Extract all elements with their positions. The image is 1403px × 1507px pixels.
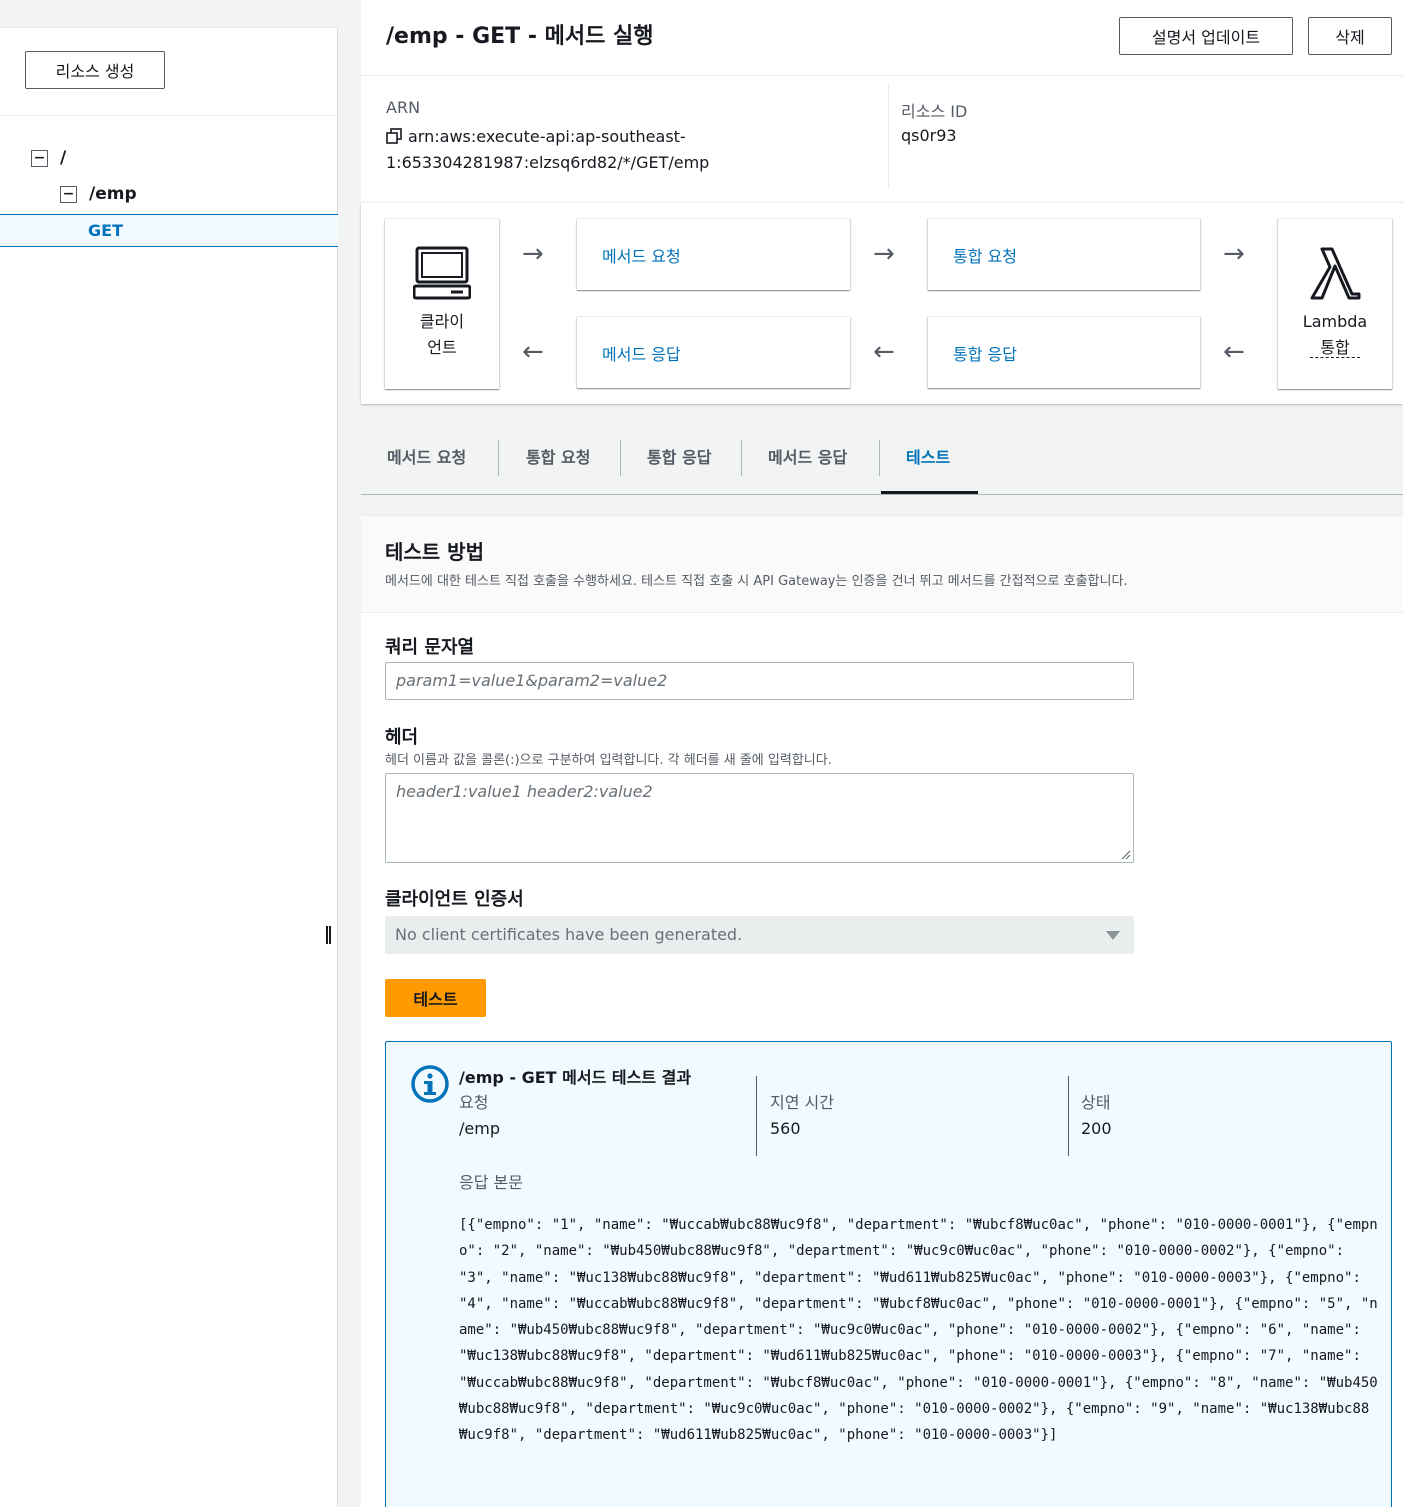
tree-item-emp-label: /emp [89,184,137,204]
active-tab-indicator [881,491,978,494]
test-panel: 테스트 방법 메서드에 대한 테스트 직접 호출을 수행하세요. 테스트 직접 … [361,515,1403,1507]
arn-value-line1: arn:aws:execute-api:ap-southeast- [408,127,686,146]
client-box: 클라이 언트 [385,218,499,389]
resource-sidebar: 리소스 생성 − / − /emp GET [0,0,338,1507]
test-result-panel: /emp - GET 메서드 테스트 결과 요청 /emp 지연 시간 560 … [385,1041,1392,1507]
client-cert-value: No client certificates have been generat… [395,925,743,944]
column-divider [1068,1076,1069,1156]
delete-button[interactable]: 삭제 [1308,17,1392,55]
lambda-icon [1310,247,1361,300]
update-docs-button[interactable]: 설명서 업데이트 [1119,17,1293,55]
tab-separator [879,440,880,476]
query-string-input[interactable]: param1=value1&param2=value2 [385,662,1134,700]
client-caption-line2: 언트 [427,338,457,357]
client-cert-select[interactable]: No client certificates have been generat… [385,916,1134,954]
integration-request-link[interactable]: 통합 요청 [953,243,1017,267]
headers-placeholder: header1:value1 header2:value2 [396,782,653,801]
arrow-right-icon: → [1223,239,1245,269]
test-description: 메서드에 대한 테스트 직접 호출을 수행하세요. 테스트 직접 호출 시 AP… [385,574,1128,589]
status-value: 200 [1081,1119,1112,1138]
tab-separator [498,440,499,476]
method-response-box[interactable]: 메서드 응답 [577,316,850,388]
page-title: /emp - GET - 메서드 실행 [386,24,654,49]
tree-item-root-label: / [60,148,67,168]
create-resource-button[interactable]: 리소스 생성 [25,51,165,89]
headers-description: 헤더 이름과 값을 콜론(:)으로 구분하여 입력합니다. 각 헤더를 새 줄에… [385,753,832,768]
test-button[interactable]: 테스트 [385,979,486,1017]
query-string-label: 쿼리 문자열 [385,637,475,658]
request-label: 요청 [459,1093,489,1112]
sidebar-header: 리소스 생성 [0,28,338,116]
info-icon [411,1065,449,1103]
method-request-link[interactable]: 메서드 요청 [602,243,681,267]
resource-id-label: 리소스 ID [901,102,968,121]
request-value: /emp [459,1119,500,1138]
arn-divider [888,84,889,189]
integration-request-box[interactable]: 통합 요청 [928,218,1200,290]
arrow-left-icon: ← [873,337,895,367]
arrow-right-icon: → [873,239,895,269]
client-caption-line1: 클라이 [419,312,465,331]
headers-label: 헤더 [385,727,419,748]
client-cert-label: 클라이언트 인증서 [385,889,524,910]
integration-response-link[interactable]: 통합 응답 [953,341,1017,365]
tree-item-root[interactable]: − / [31,142,66,174]
arn-value: arn:aws:execute-api:ap-southeast- 1:6533… [386,124,866,176]
sidebar-resize-handle[interactable] [326,926,331,944]
lambda-caption-line1: Lambda [1302,312,1368,331]
tree-item-get[interactable]: GET [0,214,338,247]
laptop-icon [413,246,471,300]
method-response-link[interactable]: 메서드 응답 [602,341,681,365]
copy-icon[interactable] [386,128,402,144]
method-details: ARN arn:aws:execute-api:ap-southeast- 1:… [361,76,1403,202]
arrow-left-icon: ← [1223,337,1245,367]
response-body: [{"empno": "1", "name": "₩uccab₩ubc88₩uc… [459,1217,1378,1444]
headers-textarea[interactable]: header1:value1 header2:value2 [385,773,1134,863]
tab-separator [741,440,742,476]
response-body-label: 응답 본문 [459,1173,523,1192]
tab-method-response[interactable]: 메서드 응답 [768,440,847,476]
tab-test[interactable]: 테스트 [906,440,950,476]
resize-grip-icon[interactable] [1121,850,1131,860]
method-request-box[interactable]: 메서드 요청 [577,218,850,290]
collapse-icon[interactable]: − [60,185,77,203]
lambda-box: Lambda 통합 [1278,218,1392,389]
status-label: 상태 [1081,1093,1111,1112]
page-header: /emp - GET - 메서드 실행 설명서 업데이트 삭제 [361,0,1403,76]
arn-label: ARN [386,98,421,117]
method-flow-diagram: 클라이 언트 → ← 메서드 요청 메서드 응답 → ← 통합 요청 통합 응답… [361,202,1403,404]
method-tabs: 메서드 요청 통합 요청 통합 응답 메서드 응답 테스트 [361,424,1403,495]
lambda-caption-line2[interactable]: 통합 [1310,338,1360,358]
tab-integration-response[interactable]: 통합 응답 [647,440,711,476]
collapse-icon[interactable]: − [31,149,48,167]
latency-label: 지연 시간 [770,1093,834,1112]
arrow-left-icon: ← [522,337,544,367]
latency-value: 560 [770,1119,801,1138]
tab-integration-request[interactable]: 통합 요청 [526,440,590,476]
test-title: 테스트 방법 [385,540,484,564]
resource-id-value: qs0r93 [901,126,957,145]
caret-down-icon [1106,931,1120,940]
tab-separator [620,440,621,476]
arn-value-line2: 1:653304281987:elzsq6rd82/*/GET/emp [386,153,710,172]
test-panel-header: 테스트 방법 메서드에 대한 테스트 직접 호출을 수행하세요. 테스트 직접 … [361,516,1403,613]
lambda-caption[interactable]: Lambda 통합 [1278,309,1392,361]
column-divider [756,1076,757,1156]
tree-item-emp[interactable]: − /emp [60,178,137,210]
result-title: /emp - GET 메서드 테스트 결과 [459,1068,692,1087]
arrow-right-icon: → [522,239,544,269]
tab-method-request[interactable]: 메서드 요청 [387,440,466,476]
sidebar-top-strip [0,0,338,28]
client-caption: 클라이 언트 [385,309,499,361]
integration-response-box[interactable]: 통합 응답 [928,316,1200,388]
